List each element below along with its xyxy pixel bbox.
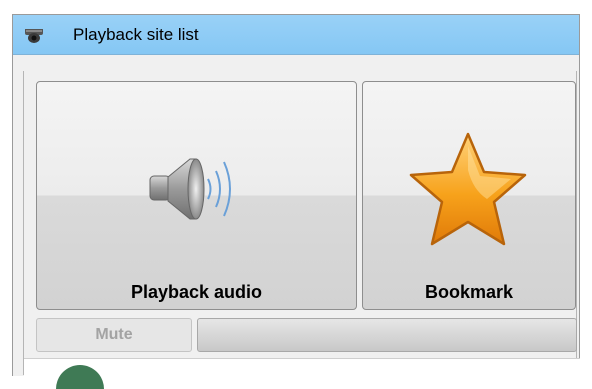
camera-icon [25,29,43,43]
panel-titlebar: Playback site list [13,15,579,55]
star-icon [409,132,527,246]
site-list-area [24,358,580,389]
playback-audio-label: Playback audio [130,282,263,302]
mute-button[interactable]: Mute [36,318,192,352]
site-avatar[interactable] [56,365,104,389]
speaker-icon [149,158,231,220]
audio-level-bar [197,318,577,352]
bookmark-label: Bookmark [424,282,514,302]
playback-audio-button[interactable]: Playback audio [36,81,357,310]
bookmark-button[interactable]: Bookmark [362,81,576,310]
panel-title: Playback site list [73,25,199,44]
top-margin [0,0,592,14]
